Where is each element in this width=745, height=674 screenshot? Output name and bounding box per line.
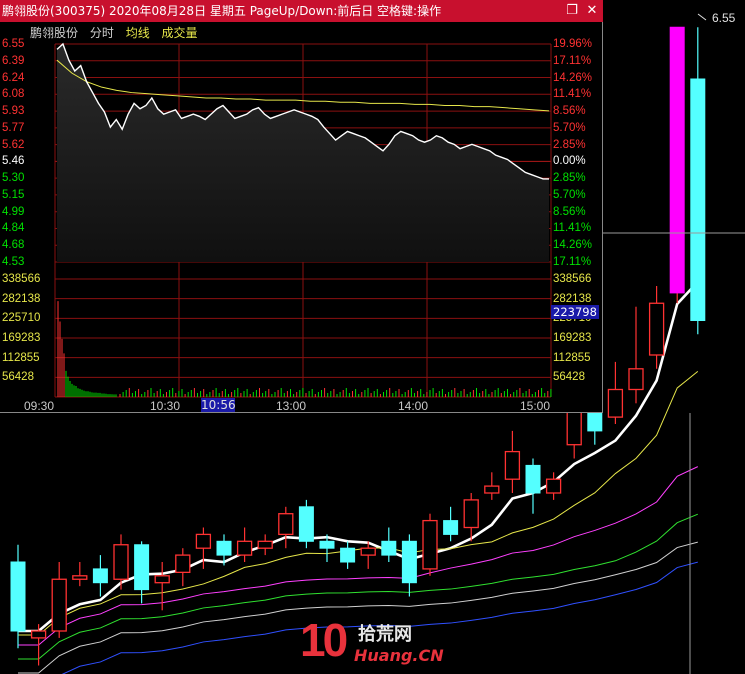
candle-body [134, 544, 150, 591]
pct-axis-label: 2.85% [553, 172, 586, 185]
pct-axis-label: 2.85% [553, 138, 586, 151]
volume-axis-label-left: 282138 [2, 292, 41, 305]
volume-axis-label-right: 338566 [553, 273, 592, 285]
watermark-cn: 拾荒网 [358, 624, 412, 645]
price-axis-label: 5.15 [2, 188, 25, 201]
time-axis-label: 15:00 [520, 399, 551, 413]
high-marker [697, 13, 707, 21]
price-axis-label: 5.30 [2, 172, 25, 185]
pct-axis-label: 5.70% [553, 188, 586, 201]
candle-body [278, 513, 294, 536]
price-axis-label: 4.53 [2, 256, 25, 268]
volume-axis-label-right: 112855 [553, 351, 591, 364]
volume-axis-label-right: 169283 [553, 332, 592, 344]
price-axis-label: 6.24 [2, 71, 25, 84]
candle-body [690, 78, 706, 321]
pct-axis-label: 17.11% [553, 256, 592, 268]
candle-body [381, 540, 397, 556]
candle-body [504, 450, 521, 480]
candle-body [236, 540, 253, 556]
candle-body [298, 506, 314, 542]
price-axis-label: 4.84 [2, 222, 25, 235]
candle-body [545, 478, 562, 494]
candle-body [360, 547, 376, 556]
candle-body [154, 575, 170, 584]
candle-body [628, 368, 644, 391]
candle-body [566, 409, 582, 446]
time-axis-label: 09:30 [24, 399, 55, 413]
candle-body [463, 499, 479, 529]
time-axis-label: 10:30 [150, 399, 181, 413]
candle-body [669, 26, 685, 294]
candle-body [113, 544, 129, 580]
candle-body [216, 540, 232, 556]
pct-axis-label: 14.26% [553, 239, 593, 252]
candle-body [525, 464, 541, 494]
volume-axis-label-right: 282138 [553, 292, 592, 305]
candle-body [10, 561, 26, 632]
candle-body [92, 568, 108, 584]
watermark-num: 10 [300, 614, 348, 666]
watermark-logo: 10 拾荒网 Huang.CN [300, 614, 444, 670]
volume-axis-label-left: 338566 [2, 273, 41, 285]
price-axis-label: 6.08 [2, 88, 25, 101]
candle-body [319, 540, 335, 549]
time-axis-label: 14:00 [398, 399, 429, 413]
price-axis-label: 4.68 [2, 239, 25, 252]
candle-body [648, 302, 665, 356]
candle-body [72, 575, 88, 580]
candle-body [401, 540, 417, 584]
time-axis-label: 13:00 [276, 399, 307, 413]
cursor-time-label: 10:56 [201, 398, 236, 412]
candle-body [195, 533, 212, 549]
price-axis-label: 6.55 [2, 38, 25, 50]
candle-body [175, 554, 191, 573]
volume-axis-label-left: 169283 [2, 332, 41, 344]
pct-axis-label: 11.41% [553, 88, 592, 101]
volume-axis-label-left: 56428 [2, 371, 34, 384]
candle-body [257, 540, 273, 549]
price-axis-label: 5.93 [2, 105, 25, 118]
volume-axis-label-left: 225710 [2, 312, 41, 325]
price-axis-label: 6.39 [2, 54, 25, 67]
watermark-en: Huang.CN [354, 646, 444, 665]
price-axis-label: 5.62 [2, 138, 25, 151]
pct-axis-label: 5.70% [553, 121, 586, 134]
intraday-chart[interactable] [0, 0, 603, 413]
candle-body [484, 485, 500, 494]
pct-axis-label: 19.96% [553, 38, 593, 50]
candle-body [443, 520, 459, 535]
price-axis-label: 5.77 [2, 121, 25, 134]
pct-axis-label: 11.41% [553, 222, 592, 235]
pct-axis-label: 14.26% [553, 71, 593, 84]
candle-body [340, 547, 356, 563]
pct-axis-label: 0.00% [553, 155, 586, 168]
candle-body [30, 630, 47, 639]
price-axis-label: 4.99 [2, 205, 25, 218]
pct-axis-label: 17.11% [553, 54, 592, 67]
candle-body [607, 388, 624, 418]
pct-axis-label: 8.56% [553, 205, 586, 218]
volume-axis-label-right: 56428 [553, 371, 585, 384]
price-axis-label: 5.46 [2, 155, 25, 168]
kline-high-label: 6.55 [712, 11, 736, 25]
volume-axis-label-left: 112855 [2, 351, 40, 364]
intraday-popup-window[interactable]: 鹏翎股份(300375) 2020年08月28日 星期五 PageUp/Down… [0, 0, 603, 413]
pct-axis-label: 8.56% [553, 105, 586, 118]
candle-body [51, 578, 67, 632]
candle-body [422, 519, 438, 570]
current-volume-label: 223798 [551, 305, 599, 319]
